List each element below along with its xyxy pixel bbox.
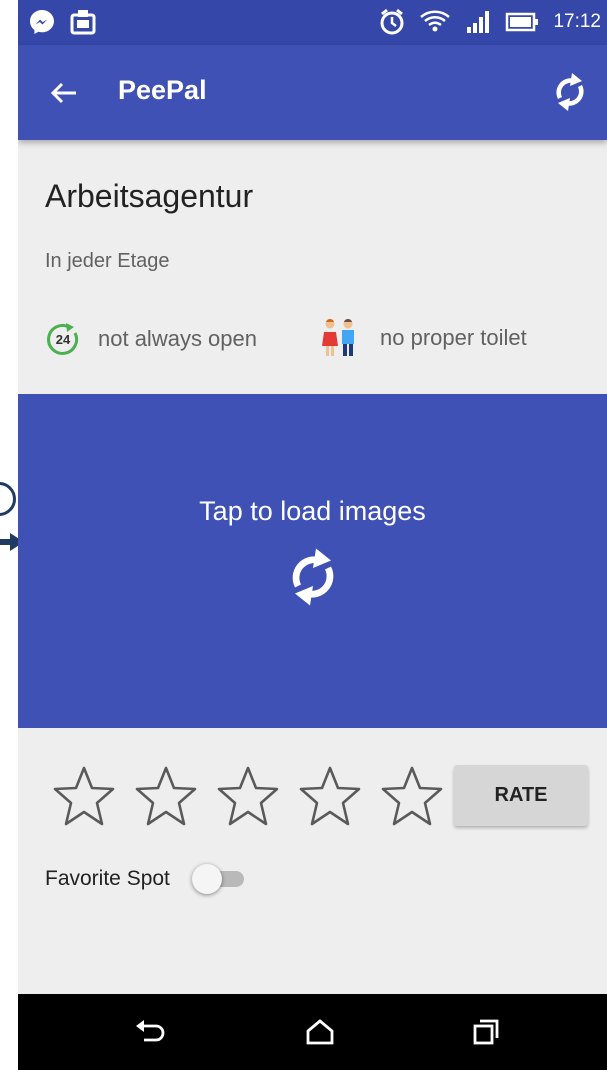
wifi-icon xyxy=(420,10,451,32)
nav-back-button[interactable] xyxy=(130,1012,170,1052)
star-icon[interactable] xyxy=(380,765,444,827)
nav-home-icon xyxy=(306,1019,334,1045)
nav-recents-icon xyxy=(473,1019,499,1045)
rate-button[interactable]: RATE xyxy=(454,765,588,826)
messenger-icon xyxy=(30,10,54,34)
rating-stars xyxy=(52,765,444,827)
24-hours-icon: 24 xyxy=(47,323,79,355)
favorite-label: Favorite Spot xyxy=(45,867,170,890)
navigation-bar xyxy=(18,994,607,1070)
status-bar: 17:12 xyxy=(18,0,607,45)
place-description: In jeder Etage xyxy=(45,250,170,272)
nav-recents-button[interactable] xyxy=(466,1012,506,1052)
toilet-people-icon xyxy=(322,319,354,356)
star-icon[interactable] xyxy=(52,765,116,827)
star-icon[interactable] xyxy=(134,765,198,827)
photo-notification-icon xyxy=(70,10,96,35)
load-images-panel[interactable]: Tap to load images xyxy=(18,394,607,728)
toggle-thumb xyxy=(191,864,222,894)
refresh-icon xyxy=(556,73,584,111)
nav-back-icon xyxy=(136,1020,165,1042)
feature-label-open: not always open xyxy=(98,326,257,351)
star-icon[interactable] xyxy=(298,765,362,827)
place-title: Arbeitsagentur xyxy=(45,178,254,214)
nav-home-button[interactable] xyxy=(300,1012,340,1052)
favorite-toggle[interactable] xyxy=(191,862,248,896)
svg-text:24: 24 xyxy=(56,332,71,347)
arrow-left-icon xyxy=(50,82,76,104)
back-button[interactable] xyxy=(44,73,84,113)
status-time: 17:12 xyxy=(553,11,601,32)
status-system: 17:12 xyxy=(379,8,601,36)
battery-icon xyxy=(506,12,539,32)
alarm-icon xyxy=(380,8,404,35)
status-notifications xyxy=(28,8,96,36)
app-title: PeePal xyxy=(118,75,207,105)
refresh-button[interactable] xyxy=(545,67,595,117)
signal-icon xyxy=(467,11,490,33)
star-icon[interactable] xyxy=(216,765,280,827)
favorite-row: Favorite Spot xyxy=(45,862,248,896)
feature-toilet-type: no proper toilet xyxy=(318,318,527,358)
feature-opening-hours: 24 not always open xyxy=(46,322,257,356)
load-images-label: Tap to load images xyxy=(199,496,426,526)
app-bar: PeePal xyxy=(18,45,607,140)
feature-label-toilet: no proper toilet xyxy=(380,325,527,350)
refresh-icon xyxy=(292,548,334,606)
phone-screen: 17:12 PeePal Arbeitsagentur In jeder Eta… xyxy=(18,0,607,1070)
